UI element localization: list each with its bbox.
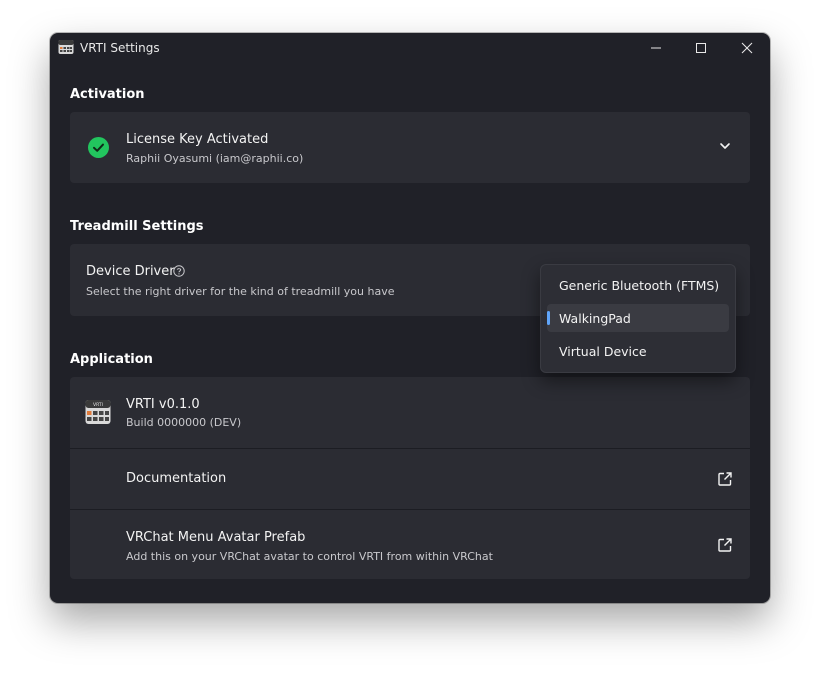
vrti-logo-icon: VRTI <box>85 400 111 424</box>
maximize-icon <box>696 43 706 53</box>
documentation-row[interactable]: Documentation <box>70 449 750 509</box>
app-name: VRTI v0.1.0 <box>126 397 200 412</box>
close-button[interactable] <box>724 33 770 63</box>
activation-heading: Activation <box>70 87 145 102</box>
minimize-icon <box>651 47 661 49</box>
dropdown-option-virtual-device[interactable]: Virtual Device <box>547 337 729 365</box>
logo-text: VRTI <box>93 402 103 408</box>
documentation-label: Documentation <box>126 471 227 486</box>
row-divider <box>70 509 750 510</box>
device-driver-title: Device Driver <box>86 264 175 279</box>
treadmill-heading: Treadmill Settings <box>70 219 204 234</box>
application-heading: Application <box>70 352 153 367</box>
option-label: WalkingPad <box>559 311 631 326</box>
license-user: Raphii Oyasumi (iam@raphii.co) <box>126 152 304 165</box>
prefab-description: Add this on your VRChat avatar to contro… <box>126 550 493 563</box>
option-label: Virtual Device <box>559 344 647 359</box>
option-label: Generic Bluetooth (FTMS) <box>559 278 720 293</box>
window-title: VRTI Settings <box>80 41 160 55</box>
row-divider <box>70 448 750 449</box>
vrti-app-icon <box>58 40 74 54</box>
dropdown-option-ftms[interactable]: Generic Bluetooth (FTMS) <box>547 271 729 299</box>
avatar-prefab-row[interactable]: VRChat Menu Avatar Prefab Add this on yo… <box>70 510 750 579</box>
title-bar[interactable]: VRTI Settings <box>50 33 770 63</box>
external-link-icon[interactable] <box>718 472 732 486</box>
selected-indicator <box>547 311 550 325</box>
external-link-icon[interactable] <box>718 538 732 552</box>
close-icon <box>741 42 753 54</box>
help-icon[interactable] <box>173 265 185 277</box>
device-driver-description: Select the right driver for the kind of … <box>86 285 395 298</box>
license-status-title: License Key Activated <box>126 132 269 147</box>
minimize-button[interactable] <box>633 33 679 63</box>
chevron-down-icon[interactable] <box>719 141 731 151</box>
device-driver-dropdown[interactable]: Generic Bluetooth (FTMS) WalkingPad Virt… <box>540 264 736 373</box>
prefab-title: VRChat Menu Avatar Prefab <box>126 530 306 545</box>
dropdown-option-walkingpad[interactable]: WalkingPad <box>547 304 729 332</box>
app-build: Build 0000000 (DEV) <box>126 416 242 429</box>
check-circle-icon <box>88 137 109 158</box>
license-card[interactable]: License Key Activated Raphii Oyasumi (ia… <box>70 112 750 183</box>
maximize-button[interactable] <box>678 33 724 63</box>
application-card: VRTI VRTI v0.1.0 Build 0000000 (DEV) Doc… <box>70 377 750 579</box>
settings-window: VRTI Settings Activation License Key Act… <box>50 33 770 603</box>
